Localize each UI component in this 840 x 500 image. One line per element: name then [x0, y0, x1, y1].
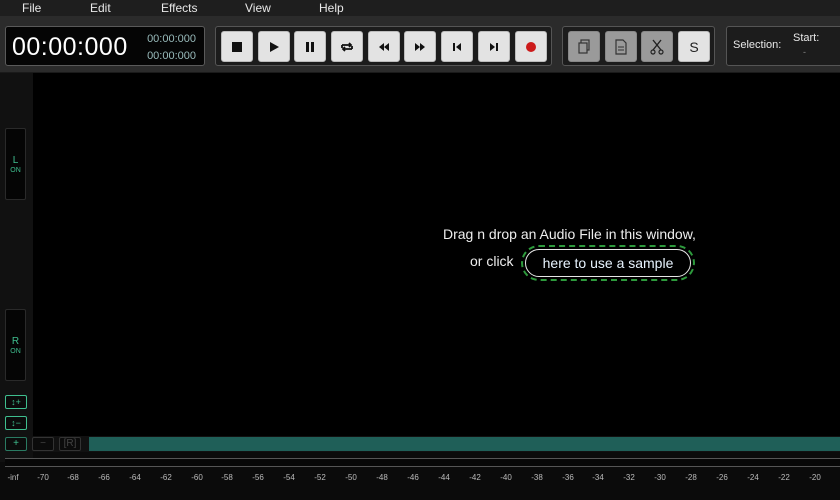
meter-tick: -38 [531, 473, 543, 482]
drop-instructions: Drag n drop an Audio File in this window… [443, 226, 696, 242]
zoom-out-button[interactable]: − [32, 437, 54, 451]
meter-tick: -64 [129, 473, 141, 482]
cut-button[interactable] [641, 31, 673, 62]
timeline-scrollbar[interactable] [89, 437, 840, 451]
skip-end-icon [488, 41, 500, 53]
meter-tick: -60 [191, 473, 203, 482]
left-channel-state: ON [10, 167, 21, 174]
fast-forward-button[interactable] [404, 31, 436, 62]
menu-help[interactable]: Help [319, 1, 344, 15]
meter-tick: -26 [716, 473, 728, 482]
meter-tick: -48 [376, 473, 388, 482]
edit-controls: S [562, 26, 715, 66]
copy-icon [577, 38, 591, 55]
scissors-icon [650, 39, 664, 55]
channel-panel: L ON R ON ↕+ ↕− [0, 73, 33, 462]
meter-tick: -68 [67, 473, 79, 482]
right-channel-toggle[interactable]: R ON [5, 309, 26, 381]
stop-icon [231, 41, 243, 53]
transport-controls [215, 26, 552, 66]
loop-icon [339, 40, 355, 54]
pause-icon [304, 41, 316, 53]
meter-tick: -20 [809, 473, 821, 482]
rewind-icon [377, 41, 391, 53]
skip-to-start-button[interactable] [441, 31, 473, 62]
time-sub-top: 00:00:000 [147, 33, 196, 45]
meter-tick: -34 [592, 473, 604, 482]
meter-tick: -22 [778, 473, 790, 482]
bottom-bar: + − [R] [0, 436, 840, 452]
zoom-in-button[interactable]: + [5, 437, 27, 451]
zoom-in-vertical-button[interactable]: ↕+ [5, 395, 27, 409]
meter-tick: -58 [221, 473, 233, 482]
rewind-button[interactable] [368, 31, 400, 62]
use-sample-button[interactable]: here to use a sample [521, 245, 695, 281]
menu-edit[interactable]: Edit [90, 1, 111, 15]
meter-tick: -56 [252, 473, 264, 482]
start-label: Start: [793, 32, 820, 44]
meter-tick: -40 [500, 473, 512, 482]
play-button[interactable] [258, 31, 290, 62]
fast-forward-icon [413, 41, 427, 53]
time-main: 00:00:000 [12, 33, 128, 61]
meter-tick: -70 [37, 473, 49, 482]
menu-effects[interactable]: Effects [161, 1, 197, 15]
menu-bar: File Edit Effects View Help [0, 0, 840, 16]
meter-tick: -46 [407, 473, 419, 482]
meter-tick: -24 [747, 473, 759, 482]
meter-scale: -inf -70 -68 -66 -64 -62 -60 -58 -56 -54… [0, 473, 840, 485]
meter-tick: -54 [283, 473, 295, 482]
pause-button[interactable] [294, 31, 326, 62]
menu-file[interactable]: File [22, 1, 41, 15]
meter-tick: -inf [7, 473, 19, 482]
time-sub-bottom: 00:00:000 [147, 50, 196, 62]
zoom-out-vertical-button[interactable]: ↕− [5, 416, 27, 430]
meter-tick: -44 [438, 473, 450, 482]
skip-to-end-button[interactable] [478, 31, 510, 62]
meter-tick: -66 [98, 473, 110, 482]
copy-button[interactable] [568, 31, 600, 62]
meter-tick: -62 [160, 473, 172, 482]
paste-icon [614, 38, 628, 55]
paste-button[interactable] [605, 31, 637, 62]
right-channel-state: ON [10, 348, 21, 355]
right-channel-letter: R [11, 336, 20, 347]
meter-tick: -28 [685, 473, 697, 482]
selection-label: Selection: [733, 39, 782, 51]
reset-zoom-button[interactable]: [R] [59, 437, 81, 451]
stop-button[interactable] [221, 31, 253, 62]
start-value[interactable]: - [803, 47, 806, 57]
left-channel-letter: L [12, 155, 19, 166]
meter-tick: -36 [562, 473, 574, 482]
meter-tick: -52 [314, 473, 326, 482]
waveform-area[interactable]: Drag n drop an Audio File in this window… [33, 73, 840, 436]
meter-tick: -32 [623, 473, 635, 482]
or-click-label: or click [470, 253, 514, 269]
meter-tick: -42 [469, 473, 481, 482]
left-channel-toggle[interactable]: L ON [5, 128, 26, 200]
loop-button[interactable] [331, 31, 363, 62]
meter-tick: -50 [345, 473, 357, 482]
skip-start-icon [451, 41, 463, 53]
level-meter [5, 458, 840, 467]
selection-panel: Selection: Start: - [726, 26, 840, 66]
time-display: 00:00:000 00:00:000 00:00:000 [5, 26, 205, 66]
toolbar: 00:00:000 00:00:000 00:00:000 S Selectio… [0, 16, 840, 73]
record-button[interactable] [515, 31, 547, 62]
menu-view[interactable]: View [245, 1, 271, 15]
record-icon [525, 41, 537, 53]
meter-tick: -30 [654, 473, 666, 482]
s-label: S [689, 38, 699, 55]
play-icon [268, 41, 280, 53]
s-button[interactable]: S [678, 31, 710, 62]
